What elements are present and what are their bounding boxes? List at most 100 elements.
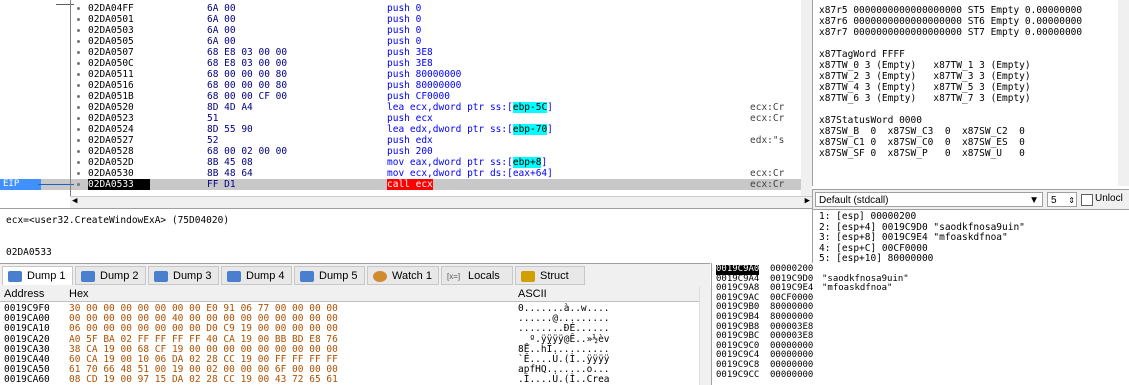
breakpoint-dot-icon[interactable] [77, 172, 80, 175]
stack-argument-line[interactable]: 1: [esp] 00000200 [819, 211, 916, 222]
hex-dump-view[interactable]: Address Hex ASCII 0019C9F0 30 00 00 00 00… [0, 287, 711, 385]
disasm-row[interactable]: 02DA0516 68 00 00 00 80 push 80000000 [0, 80, 812, 91]
tab-dump-2[interactable]: Dump 2 [75, 266, 146, 285]
dump-tab-bar: Dump 1 Dump 2 Dump 3 Dump 4 Dump 5 Watch 1 [x=… [0, 263, 710, 288]
memory-icon [81, 271, 95, 282]
memory-icon [227, 271, 241, 282]
stack-address: 0019C9CC [716, 369, 760, 380]
disasm-row[interactable]: 02DA050C 68 E8 03 00 00 push 3E8 [0, 58, 812, 69]
stack-arguments-pane[interactable]: 1: [esp] 00000200 2: [esp+4] 0019C9D0 "sa… [812, 209, 1129, 264]
disasm-comment: ecx:Cr [750, 102, 785, 113]
dump-header-address[interactable]: Address [4, 287, 44, 301]
registers-pane[interactable]: x87r5 0000000000000000000 ST5 Empty 0.00… [812, 0, 1129, 186]
dump-address: 0019CA60 [4, 374, 50, 385]
disassembly-horizontal-scrollbar[interactable]: ◀ ▶ [70, 196, 812, 208]
disassembly-view[interactable]: 02DA04FF 6A 00 push 0 02DA0501 6A 00 push 0 02… [0, 0, 812, 196]
register-line[interactable]: x87TW_4 3 (Empty) x87TW_5 3 (Empty) [819, 82, 1031, 93]
info-line-address: 02DA0533 [6, 247, 52, 258]
disasm-row[interactable]: 02DA0503 6A 00 push 0 [0, 25, 812, 36]
breakpoint-dot-icon[interactable] [77, 73, 80, 76]
calling-convention-bar: Default (stdcall) ▼ 5 ⇕ Unlocl [812, 189, 1129, 210]
register-line[interactable]: x87r5 0000000000000000000 ST5 Empty 0.00… [819, 5, 1082, 16]
register-line[interactable]: x87SW_C1 0 x87SW_C0 0 x87SW_ES 0 [819, 137, 1025, 148]
jump-bracket-icon [70, 0, 71, 196]
disasm-bytes: 8D 55 90 [207, 124, 253, 135]
dump-header-hex[interactable]: Hex [69, 287, 89, 301]
register-line[interactable]: x87TW_0 3 (Empty) x87TW_1 3 (Empty) [819, 60, 1031, 71]
eip-label: EIP [0, 179, 41, 190]
tab-dump-4[interactable]: Dump 4 [221, 266, 292, 285]
disasm-row[interactable]: 02DA0528 68 00 02 00 00 push 200 [0, 146, 812, 157]
tab-struct[interactable]: Struct [515, 266, 585, 285]
disasm-bytes: 6A 00 [207, 14, 236, 25]
breakpoint-dot-icon[interactable] [77, 139, 80, 142]
tab-watch-1[interactable]: Watch 1 [367, 266, 439, 285]
disasm-instruction: push 80000000 [387, 69, 462, 80]
stack-argument-line[interactable]: 3: [esp+8] 0019C9E4 "mfoaskdfnoa" [819, 232, 1008, 243]
disasm-row[interactable]: 02DA0505 6A 00 push 0 [0, 36, 812, 47]
stack-argument-line[interactable]: 4: [esp+C] 00CF0000 [819, 243, 928, 254]
dump-header-ascii[interactable]: ASCII [518, 287, 547, 301]
disassembly-vertical-scrollbar[interactable] [801, 0, 812, 196]
disasm-row[interactable]: 02DA0530 8B 48 64 mov ecx,dword ptr ds:[ea… [0, 168, 812, 179]
disasm-instruction: push ecx [387, 113, 433, 124]
argument-count-stepper[interactable]: 5 ⇕ [1047, 192, 1077, 207]
disasm-row[interactable]: 02DA052D 8B 45 08 mov eax,dword ptr ss:[eb… [0, 157, 812, 168]
calling-convention-select[interactable]: Default (stdcall) ▼ [815, 192, 1043, 207]
disasm-row[interactable]: 02DA0507 68 E8 03 00 00 push 3E8 [0, 47, 812, 58]
register-line[interactable]: x87TW_6 3 (Empty) x87TW_7 3 (Empty) [819, 93, 1031, 104]
breakpoint-dot-icon[interactable] [77, 29, 80, 32]
breakpoint-dot-icon[interactable] [77, 150, 80, 153]
register-line[interactable]: x87SW_SF 0 x87SW_P 0 x87SW_U 0 [819, 148, 1025, 159]
breakpoint-dot-icon[interactable] [77, 161, 80, 164]
registers-scrollbar[interactable] [1118, 0, 1129, 186]
scroll-left-icon[interactable]: ◀ [72, 196, 77, 206]
stack-comment: "mfoaskdfnoa" [822, 283, 893, 294]
stack-view[interactable]: 0019C9A0 00000200 0019C9A4 0019C9D0 "saodkfn… [711, 263, 1129, 385]
disasm-row[interactable]: 02DA0527 52 push edx edx:"s [0, 135, 812, 146]
tab-dump-1[interactable]: Dump 1 [2, 266, 73, 285]
instruction-operand-highlight: ebp+8 [512, 157, 542, 168]
register-line[interactable]: x87r6 0000000000000000000 ST6 Empty 0.00… [819, 16, 1082, 27]
breakpoint-dot-icon[interactable] [77, 128, 80, 131]
unlock-checkbox[interactable] [1081, 194, 1093, 206]
disasm-row[interactable]: 02DA0501 6A 00 push 0 [0, 14, 812, 25]
disasm-address: 02DA0523 [88, 113, 134, 124]
breakpoint-dot-icon[interactable] [77, 18, 80, 21]
tab-dump-3[interactable]: Dump 3 [148, 266, 219, 285]
disasm-address: 02DA0528 [88, 146, 134, 157]
disasm-row[interactable]: 02DA0533 FF D1 call ecx ecx:Cr [0, 179, 812, 190]
register-line[interactable]: x87TagWord FFFF [819, 49, 905, 60]
disasm-row[interactable]: 02DA0511 68 00 00 00 80 push 80000000 [0, 69, 812, 80]
register-line[interactable]: x87TW_2 3 (Empty) x87TW_3 3 (Empty) [819, 71, 1031, 82]
tab-dump-5[interactable]: Dump 5 [294, 266, 365, 285]
disasm-row[interactable]: 02DA051B 68 00 00 CF 00 push CF0000 [0, 91, 812, 102]
disasm-row[interactable]: 02DA0524 8D 55 90 lea edx,dword ptr ss:[eb… [0, 124, 812, 135]
disasm-row[interactable]: 02DA0520 8D 4D A4 lea ecx,dword ptr ss:[eb… [0, 102, 812, 113]
register-line[interactable]: x87SW_B 0 x87SW_C3 0 x87SW_C2 0 [819, 126, 1025, 137]
breakpoint-dot-icon[interactable] [77, 106, 80, 109]
breakpoint-dot-icon[interactable] [77, 117, 80, 120]
tab-locals[interactable]: [x=] Locals [441, 266, 513, 285]
dump-hex: 08 CD 19 00 97 15 DA 02 28 CC 19 00 43 7… [69, 374, 338, 385]
breakpoint-dot-icon[interactable] [77, 183, 80, 186]
disasm-address: 02DA0503 [88, 25, 134, 36]
disasm-bytes: 8B 45 08 [207, 157, 253, 168]
breakpoint-dot-icon[interactable] [77, 84, 80, 87]
disasm-comment: ecx:Cr [750, 179, 785, 190]
dump-scrollbar[interactable] [699, 287, 711, 385]
disasm-row[interactable]: 02DA04FF 6A 00 push 0 [0, 3, 812, 14]
disasm-address: 02DA0527 [88, 135, 134, 146]
scroll-right-icon[interactable]: ▶ [805, 196, 810, 206]
breakpoint-dot-icon[interactable] [77, 62, 80, 65]
register-line[interactable]: x87r7 0000000000000000000 ST7 Empty 0.00… [819, 27, 1082, 38]
disasm-row[interactable]: 02DA0523 51 push ecx ecx:Cr [0, 113, 812, 124]
breakpoint-dot-icon[interactable] [77, 51, 80, 54]
breakpoint-dot-icon[interactable] [77, 40, 80, 43]
breakpoint-dot-icon[interactable] [77, 95, 80, 98]
register-line[interactable]: x87StatusWord 0000 [819, 115, 922, 126]
stack-argument-line[interactable]: 2: [esp+4] 0019C9D0 "saodkfnosa9uin" [819, 222, 1025, 233]
disasm-bytes: 68 E8 03 00 00 [207, 47, 288, 58]
breakpoint-dot-icon[interactable] [77, 7, 80, 10]
disasm-address: 02DA052D [88, 157, 134, 168]
